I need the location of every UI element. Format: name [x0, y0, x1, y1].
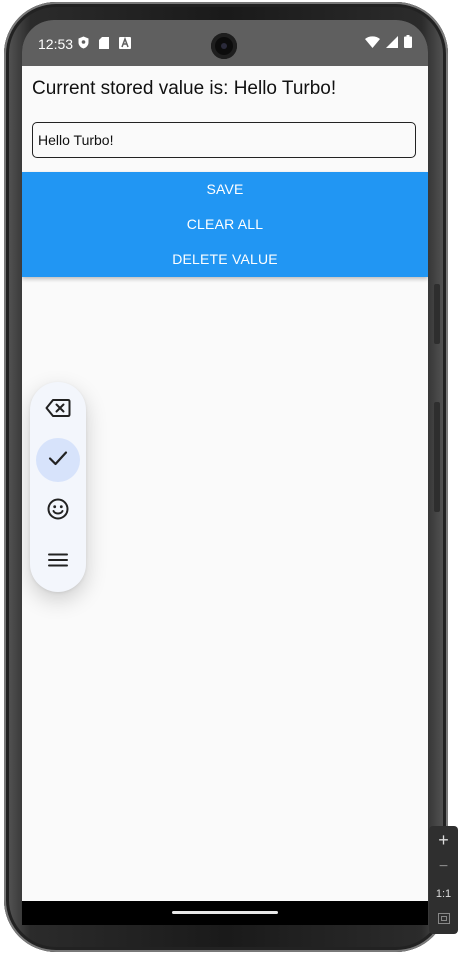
stored-value-text: Current stored value is: Hello Turbo!: [32, 78, 337, 99]
check-button[interactable]: [36, 438, 80, 482]
value-input[interactable]: [32, 122, 416, 158]
app-content: Current stored value is: Hello Turbo! SA…: [22, 66, 428, 901]
status-icons-left: [78, 36, 131, 54]
fit-screen-icon: [437, 913, 450, 927]
volume-button: [434, 402, 440, 512]
save-button[interactable]: SAVE: [22, 172, 428, 207]
emulator-zoom-panel: + − 1:1: [429, 826, 458, 934]
backspace-icon: [45, 398, 71, 423]
action-buttons: SAVE CLEAR ALL DELETE VALUE: [22, 172, 428, 277]
zoom-in-button[interactable]: +: [429, 830, 458, 851]
status-bar: 12:53: [22, 20, 428, 66]
emoji-button[interactable]: [36, 489, 80, 533]
navigation-bar: [22, 901, 428, 925]
floating-keyboard-toolbar: [30, 382, 86, 592]
check-icon: [48, 450, 68, 471]
emoji-icon: [47, 498, 69, 525]
home-gesture-handle[interactable]: [172, 911, 278, 914]
zoom-out-button[interactable]: −: [429, 858, 458, 876]
menu-icon: [48, 552, 68, 573]
battery-icon: [404, 35, 412, 53]
clear-all-button[interactable]: CLEAR ALL: [22, 207, 428, 242]
keyboard-a-icon: [119, 36, 131, 54]
delete-value-button[interactable]: DELETE VALUE: [22, 242, 428, 277]
wifi-icon: [365, 35, 380, 53]
menu-button[interactable]: [36, 540, 80, 584]
power-button: [434, 284, 440, 344]
cell-signal-icon: [386, 35, 398, 53]
sd-card-icon: [99, 36, 109, 54]
status-icons-right: [365, 35, 412, 53]
zoom-ratio-button[interactable]: 1:1: [429, 888, 458, 900]
fit-screen-button[interactable]: [429, 913, 458, 927]
phone-screen: 12:53 Current stored value is: Hello Tur…: [22, 20, 428, 925]
status-time: 12:53: [38, 36, 74, 52]
shield-icon: [78, 36, 89, 54]
backspace-button[interactable]: [36, 388, 80, 432]
front-camera: [211, 33, 237, 59]
